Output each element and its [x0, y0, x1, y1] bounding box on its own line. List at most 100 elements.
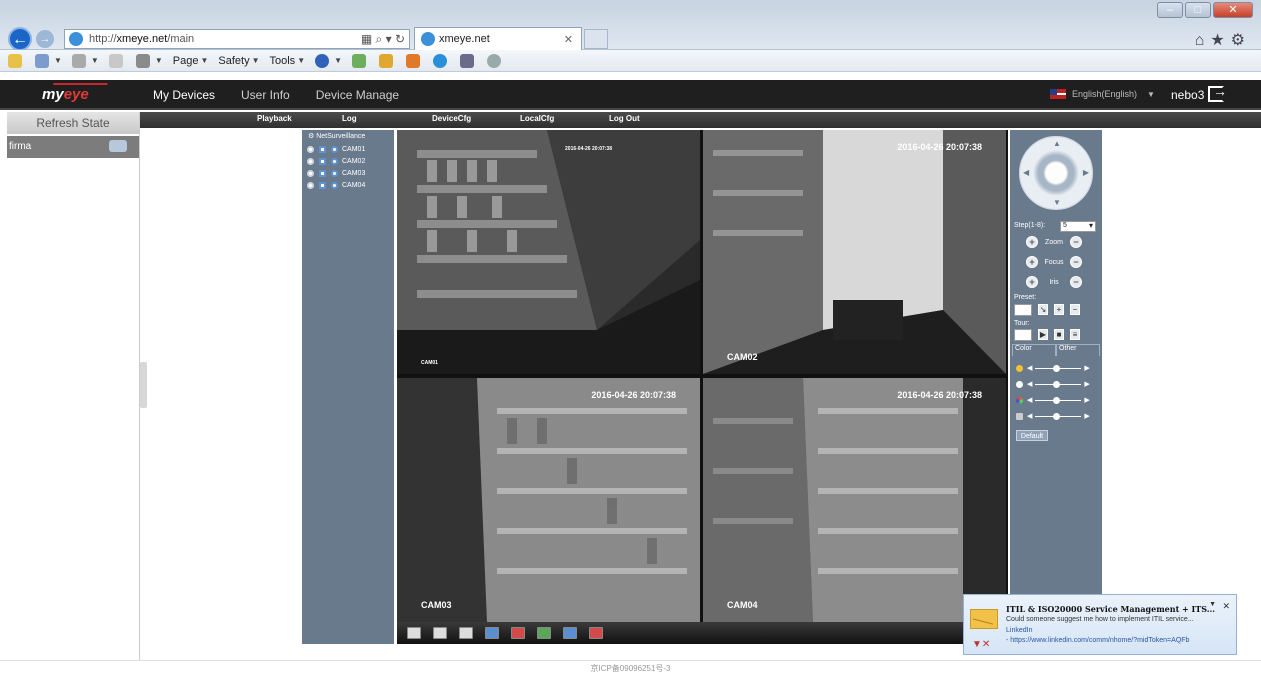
extension-button-3[interactable] [406, 53, 423, 68]
tab-color[interactable]: Color [1012, 344, 1056, 356]
brightness-slider[interactable]: ◀ ▶ [1016, 364, 1090, 372]
layout-4-button[interactable] [459, 627, 473, 639]
submenu-logout[interactable]: Log Out [609, 114, 640, 123]
arrow-right-icon[interactable]: ▶ [1083, 168, 1089, 177]
record-icon[interactable] [307, 169, 314, 177]
camera-view-3[interactable]: 2016-04-26 20:07:38 CAM03 [397, 378, 700, 622]
stream-icon[interactable] [319, 169, 326, 177]
snapshot-button[interactable] [537, 627, 551, 639]
tour-settings-button[interactable]: ≡ [1070, 329, 1080, 340]
play-icon[interactable] [331, 145, 338, 153]
fullscreen-button[interactable] [407, 627, 421, 639]
favorites-icon[interactable]: ★ [1210, 32, 1230, 49]
home-menu-button[interactable]: ▼ [35, 53, 62, 68]
flag-delete-icon[interactable]: ▼✕ [972, 639, 990, 650]
notification-link[interactable]: - https://www.linkedin.com/comm/nhome/?m… [1006, 637, 1189, 644]
play-icon[interactable] [331, 169, 338, 177]
preset-input[interactable] [1014, 304, 1032, 316]
extension-button-5[interactable] [487, 53, 504, 68]
camera-view-2[interactable]: 2016-04-26 20:07:38 CAM02 [703, 130, 1006, 374]
stream-icon[interactable] [319, 181, 326, 189]
extension-button-4[interactable] [460, 53, 477, 68]
default-button[interactable]: Default [1016, 430, 1048, 441]
nav-user-info[interactable]: User Info [241, 88, 290, 102]
browser-tab[interactable]: xmeye.net ✕ [414, 27, 582, 50]
feeds-menu-button[interactable]: ▼ [71, 53, 99, 68]
settings-gear-icon[interactable]: ⚙ [1231, 32, 1251, 49]
record-icon[interactable] [307, 157, 314, 165]
focus-out-button[interactable]: − [1070, 256, 1082, 268]
nav-my-devices[interactable]: My Devices [153, 88, 215, 102]
preset-add-button[interactable]: + [1054, 304, 1064, 315]
submenu-localcfg[interactable]: LocalCfg [520, 114, 554, 123]
tree-root[interactable]: ⚙ NetSurveillance [302, 130, 394, 143]
stream-icon[interactable] [319, 145, 326, 153]
device-item[interactable]: firma [7, 136, 139, 158]
preset-remove-button[interactable]: − [1070, 304, 1080, 315]
arrow-down-icon[interactable]: ▼ [1053, 198, 1061, 207]
stream-icon[interactable] [319, 157, 326, 165]
contrast-slider[interactable]: ◀ ▶ [1016, 380, 1090, 388]
play-icon[interactable] [331, 181, 338, 189]
nav-device-manage[interactable]: Device Manage [316, 88, 399, 102]
iris-close-button[interactable]: − [1070, 276, 1082, 288]
mail-button[interactable] [108, 53, 126, 68]
forward-button[interactable]: → [36, 30, 54, 48]
tour-stop-button[interactable]: ■ [1054, 329, 1064, 340]
arrow-up-icon[interactable]: ▲ [1053, 139, 1061, 148]
camera-view-1[interactable]: 2016-04-26 20:07:38 CAM01 [397, 130, 700, 374]
stop-record-button[interactable] [589, 627, 603, 639]
refresh-state-button[interactable]: Refresh State [7, 112, 139, 134]
logout-icon[interactable] [1208, 83, 1227, 102]
zoom-in-button[interactable]: + [1026, 236, 1038, 248]
open-all-button[interactable] [485, 627, 499, 639]
layout-1-button[interactable] [433, 627, 447, 639]
page-menu[interactable]: Page ▼ [173, 55, 209, 67]
address-bar[interactable]: http://xmeye.net/main ▦ ⌕ ▾ ↻ [64, 29, 410, 49]
hue-slider[interactable]: ◀ ▶ [1016, 412, 1090, 420]
submenu-log[interactable]: Log [342, 114, 357, 123]
tab-other[interactable]: Other [1056, 344, 1100, 356]
extension-button-2[interactable] [379, 53, 396, 68]
submenu-playback[interactable]: Playback [257, 114, 292, 123]
home-icon[interactable]: ⌂ [1195, 32, 1211, 49]
address-actions[interactable]: ▦ ⌕ ▾ ↻ [361, 32, 405, 47]
camera-view-4[interactable]: 2016-04-26 20:07:38 CAM04 [703, 378, 1006, 622]
record-icon[interactable] [307, 181, 314, 189]
arrow-left-icon[interactable]: ◀ [1023, 168, 1029, 177]
new-tab-button[interactable] [584, 29, 608, 49]
maximize-button[interactable]: □ [1185, 2, 1211, 18]
channel-item[interactable]: CAM03 [302, 167, 394, 179]
extension-button-1[interactable] [352, 53, 369, 68]
sidebar-collapse-handle[interactable] [140, 362, 147, 408]
tab-close-icon[interactable]: ✕ [564, 33, 573, 46]
xmeye-logo[interactable]: myeye [42, 83, 120, 106]
device-camera-icon[interactable] [109, 140, 127, 152]
tour-input[interactable] [1014, 329, 1032, 341]
close-icon[interactable]: ✕ [1222, 601, 1230, 612]
favorites-bar-button[interactable] [8, 53, 25, 68]
saturation-slider[interactable]: ◀ ▶ [1016, 396, 1090, 404]
tools-menu[interactable]: Tools ▼ [270, 55, 306, 67]
close-window-button[interactable]: ✕ [1213, 2, 1253, 18]
play-icon[interactable] [331, 157, 338, 165]
iris-open-button[interactable]: + [1026, 276, 1038, 288]
channel-item[interactable]: CAM01 [302, 143, 394, 155]
back-button[interactable]: ← [8, 27, 32, 51]
submenu-devicecfg[interactable]: DeviceCfg [432, 114, 471, 123]
ptz-direction-pad[interactable]: ▲ ▼ ◀ ▶ [1019, 136, 1093, 210]
tour-play-button[interactable]: ▶ [1038, 329, 1048, 340]
zoom-out-button[interactable]: − [1070, 236, 1082, 248]
channel-item[interactable]: CAM02 [302, 155, 394, 167]
step-select[interactable]: 5 [1060, 221, 1096, 232]
email-notification-toast[interactable]: ITIL & ISO20000 Service Management + ITS… [963, 594, 1237, 655]
help-menu-button[interactable]: ▼ [315, 53, 342, 68]
channel-item[interactable]: CAM04 [302, 179, 394, 191]
skype-button[interactable] [433, 53, 450, 68]
safety-menu[interactable]: Safety ▼ [218, 55, 259, 67]
notification-menu-icon[interactable]: ▼ [1209, 601, 1216, 608]
focus-in-button[interactable]: + [1026, 256, 1038, 268]
language-selector[interactable]: English(English) ▼ [1050, 89, 1155, 99]
record-button[interactable] [563, 627, 577, 639]
minimize-button[interactable]: ‒ [1157, 2, 1183, 18]
